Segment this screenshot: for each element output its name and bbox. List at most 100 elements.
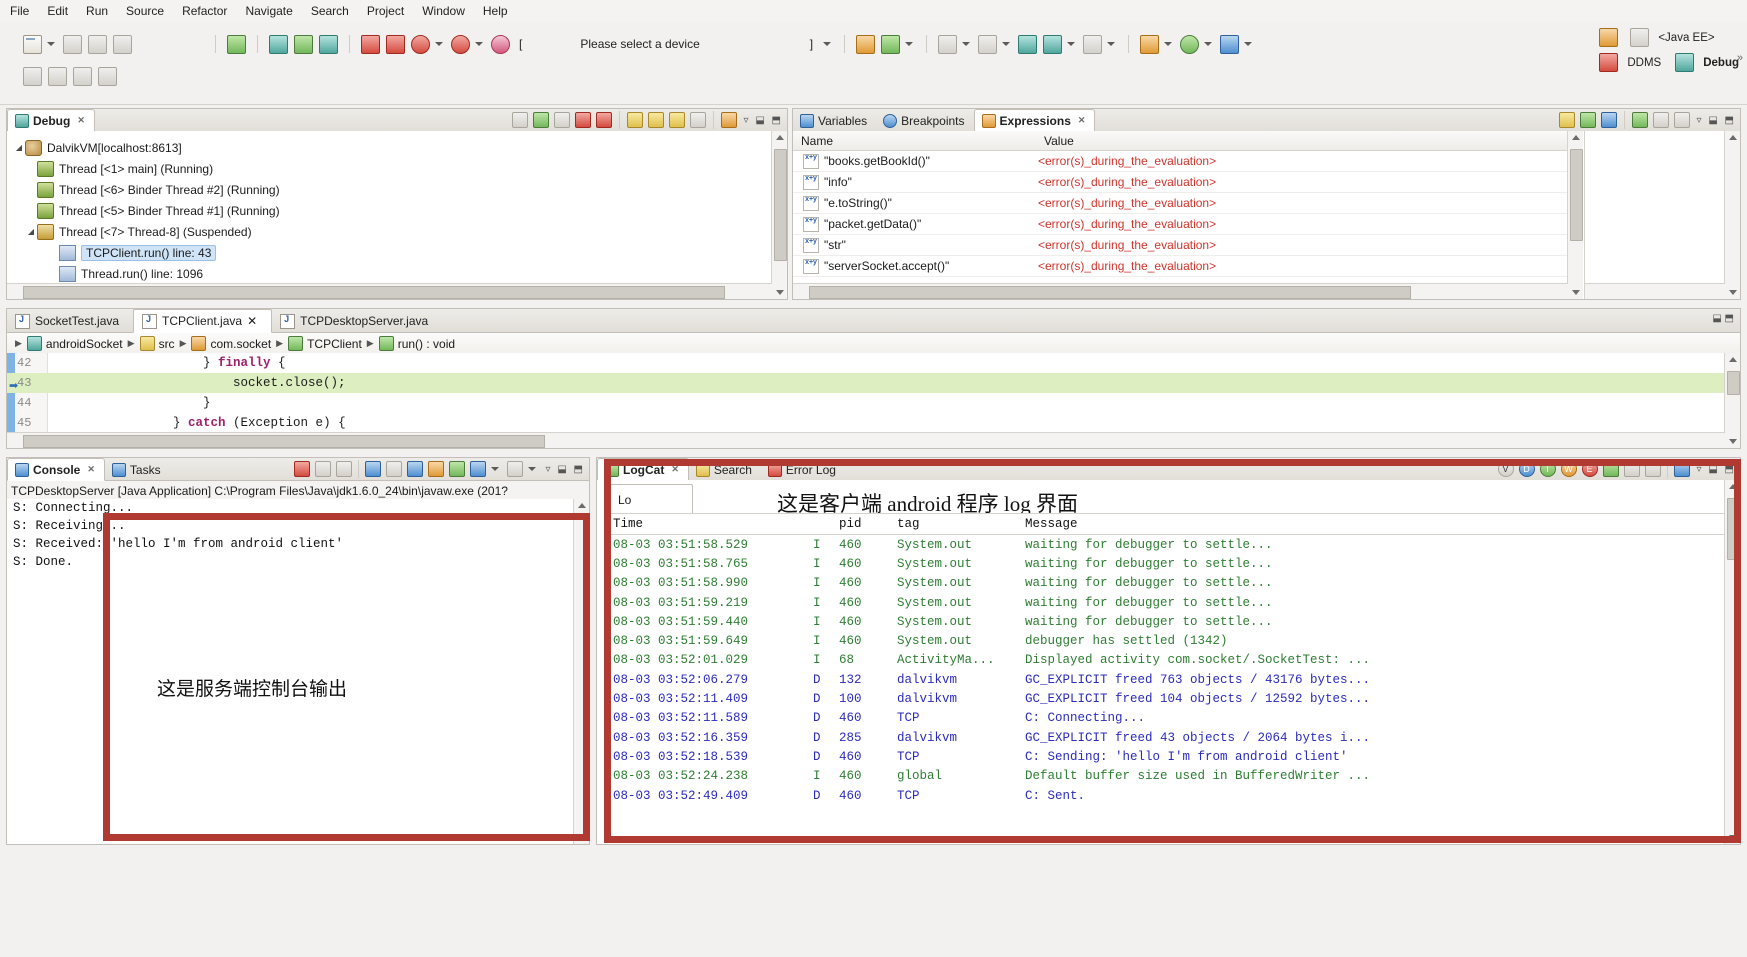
code-line[interactable]: 45 } catch (Exception e) { (7, 413, 1740, 433)
close-icon[interactable]: ✕ (1078, 115, 1086, 126)
last-edit-location-icon[interactable] (1018, 35, 1037, 54)
logcat-row[interactable]: 08-03 03:52:49.409D460TCPC: Sent. (609, 786, 1726, 805)
editor-minimize-restore-icons[interactable]: ⬓ ⬒ (1712, 313, 1734, 324)
scroll-thumb[interactable] (23, 435, 545, 448)
column-header-time[interactable]: Time (609, 517, 813, 531)
perspective-debug-label[interactable]: Debug (1703, 57, 1739, 69)
debug-perspective-icon[interactable] (1675, 53, 1694, 72)
level-debug-icon[interactable]: D (1519, 461, 1535, 477)
drop-to-frame-icon[interactable] (690, 112, 706, 128)
breadcrumb-root-arrow-icon[interactable]: ▶ (15, 338, 22, 349)
next-annotation-dropdown-icon[interactable] (962, 42, 970, 46)
open-console-dropdown-icon[interactable] (491, 467, 499, 471)
scroll-thumb[interactable] (1727, 371, 1740, 395)
code-area[interactable]: 42 } finally {43➡ socket.close();44 }45 … (7, 353, 1740, 448)
skip-all-breakpoints-icon[interactable] (512, 112, 528, 128)
save-all-icon[interactable] (88, 35, 107, 54)
logcat-row[interactable]: 08-03 03:52:06.279D132dalvikvmGC_EXPLICI… (609, 670, 1726, 689)
detail-vertical-scrollbar[interactable] (1724, 131, 1740, 299)
code-line[interactable]: 44 } (7, 393, 1740, 413)
step-return-icon[interactable] (669, 112, 685, 128)
menu-item-run[interactable]: Run (86, 4, 108, 18)
scroll-down-icon[interactable] (1729, 439, 1737, 444)
logcat-row[interactable]: 08-03 03:52:24.238I460globalDefault buff… (609, 767, 1726, 786)
collapse-all-icon[interactable] (1601, 112, 1617, 128)
scroll-lock-icon[interactable] (386, 461, 402, 477)
new-wizard-dropdown-icon[interactable] (47, 42, 55, 46)
debug-tree-node[interactable]: Thread [<5> Binder Thread #1] (Running) (7, 200, 787, 221)
clear-console-icon[interactable] (365, 461, 381, 477)
remove-all-expressions-icon[interactable] (1674, 112, 1690, 128)
view-menu-dropdown-icon[interactable] (528, 467, 536, 471)
profile-icon[interactable] (1220, 35, 1239, 54)
scroll-thumb[interactable] (774, 149, 787, 261)
show-type-names-icon[interactable] (1559, 112, 1575, 128)
column-header-tag[interactable]: tag (897, 517, 1025, 531)
tab-logcat[interactable]: LogCat ✕ (597, 458, 689, 481)
menu-item-window[interactable]: Window (422, 4, 465, 18)
menu-item-edit[interactable]: Edit (47, 4, 68, 18)
logcat-row[interactable]: 08-03 03:51:59.440I460System.outwaiting … (609, 612, 1726, 631)
device-dropdown-icon[interactable] (823, 42, 831, 46)
menu-item-navigate[interactable]: Navigate (245, 4, 292, 18)
run-last-dropdown-icon[interactable] (475, 42, 483, 46)
expression-row[interactable]: x+y"str"<error(s)_during_the_evaluation> (793, 235, 1583, 256)
logcat-row[interactable]: 08-03 03:52:16.359D285dalvikvmGC_EXPLICI… (609, 728, 1726, 747)
run-icon[interactable] (386, 35, 405, 54)
toolbar-overflow-chevron-icon[interactable]: » (1737, 52, 1743, 64)
menu-item-source[interactable]: Source (126, 4, 164, 18)
debug-tree-node[interactable]: TCPClient.run() line: 43 (7, 242, 787, 263)
minimize-restore-icons[interactable]: ▿ ⬓ ⬒ (546, 464, 585, 475)
save-icon[interactable] (63, 35, 82, 54)
code-line[interactable]: 43➡ socket.close(); (7, 373, 1740, 393)
run-last-icon[interactable] (451, 35, 470, 54)
logcat-row[interactable]: 08-03 03:51:58.765I460System.outwaiting … (609, 554, 1726, 573)
breadcrumb-item[interactable]: run() : void (379, 336, 455, 351)
console-output[interactable]: S: Connecting...S: Receiving...S: Receiv… (7, 499, 589, 844)
debug-tree-node[interactable]: ◢DalvikVM[localhost:8613] (7, 137, 787, 158)
debug-vertical-scrollbar[interactable] (771, 131, 787, 299)
run-config-dropdown-icon[interactable] (1204, 42, 1212, 46)
breadcrumb-item[interactable]: src (140, 336, 175, 351)
print-icon[interactable] (113, 35, 132, 54)
open-console-icon[interactable] (470, 461, 486, 477)
run-configurations-icon[interactable] (1180, 35, 1199, 54)
android-sdk-manager-icon[interactable] (227, 35, 246, 54)
scroll-down-icon[interactable] (1729, 290, 1737, 295)
debug-tree-node[interactable]: Thread [<6> Binder Thread #2] (Running) (7, 179, 787, 200)
level-info-icon[interactable]: I (1540, 461, 1556, 477)
perspective-java-ee[interactable]: <Java EE> (1596, 28, 1714, 47)
scroll-up-icon[interactable] (1572, 135, 1580, 140)
minimize-restore-icons[interactable]: ▿ ⬓ ⬒ (1697, 115, 1736, 126)
debug-icon[interactable] (361, 35, 380, 54)
add-expression-icon[interactable] (1632, 112, 1648, 128)
step-into-icon[interactable] (627, 112, 643, 128)
show-logical-structure-icon[interactable] (1580, 112, 1596, 128)
open-perspective-icon[interactable] (856, 35, 875, 54)
step-over-icon[interactable] (648, 112, 664, 128)
tab-console[interactable]: Console ✕ (7, 458, 105, 481)
logcat-row[interactable]: 08-03 03:52:11.589D460TCPC: Connecting..… (609, 709, 1726, 728)
expression-row[interactable]: x+y"serverSocket.accept()"<error(s)_duri… (793, 256, 1583, 277)
expression-row[interactable]: x+y"books.getBookId()"<error(s)_during_t… (793, 151, 1583, 172)
search-icon[interactable] (73, 67, 92, 86)
scroll-up-icon[interactable] (1729, 135, 1737, 140)
back-history-icon[interactable] (1043, 35, 1062, 54)
console-vertical-scrollbar[interactable] (573, 499, 589, 844)
perspective-list-icon[interactable] (1630, 28, 1649, 47)
remove-all-terminated-icon[interactable] (336, 461, 352, 477)
junit-icon[interactable] (294, 35, 313, 54)
scroll-thumb[interactable] (1727, 498, 1740, 560)
tab-debug[interactable]: Debug ✕ (7, 109, 95, 132)
scroll-down-icon[interactable] (1572, 290, 1580, 295)
menu-item-search[interactable]: Search (311, 4, 349, 18)
editor-tab-tcpdesktopserver[interactable]: TCPDesktopServer.java (272, 310, 442, 332)
menu-item-file[interactable]: File (10, 4, 29, 18)
column-header-pid[interactable]: pid (839, 517, 897, 531)
external-tools-icon[interactable] (411, 35, 430, 54)
level-verbose-icon[interactable]: V (1498, 461, 1514, 477)
android-avd-manager-icon[interactable] (269, 35, 288, 54)
scroll-down-icon[interactable] (1729, 835, 1737, 840)
scroll-thumb[interactable] (809, 286, 1411, 299)
column-header-name[interactable]: Name (793, 134, 1036, 148)
